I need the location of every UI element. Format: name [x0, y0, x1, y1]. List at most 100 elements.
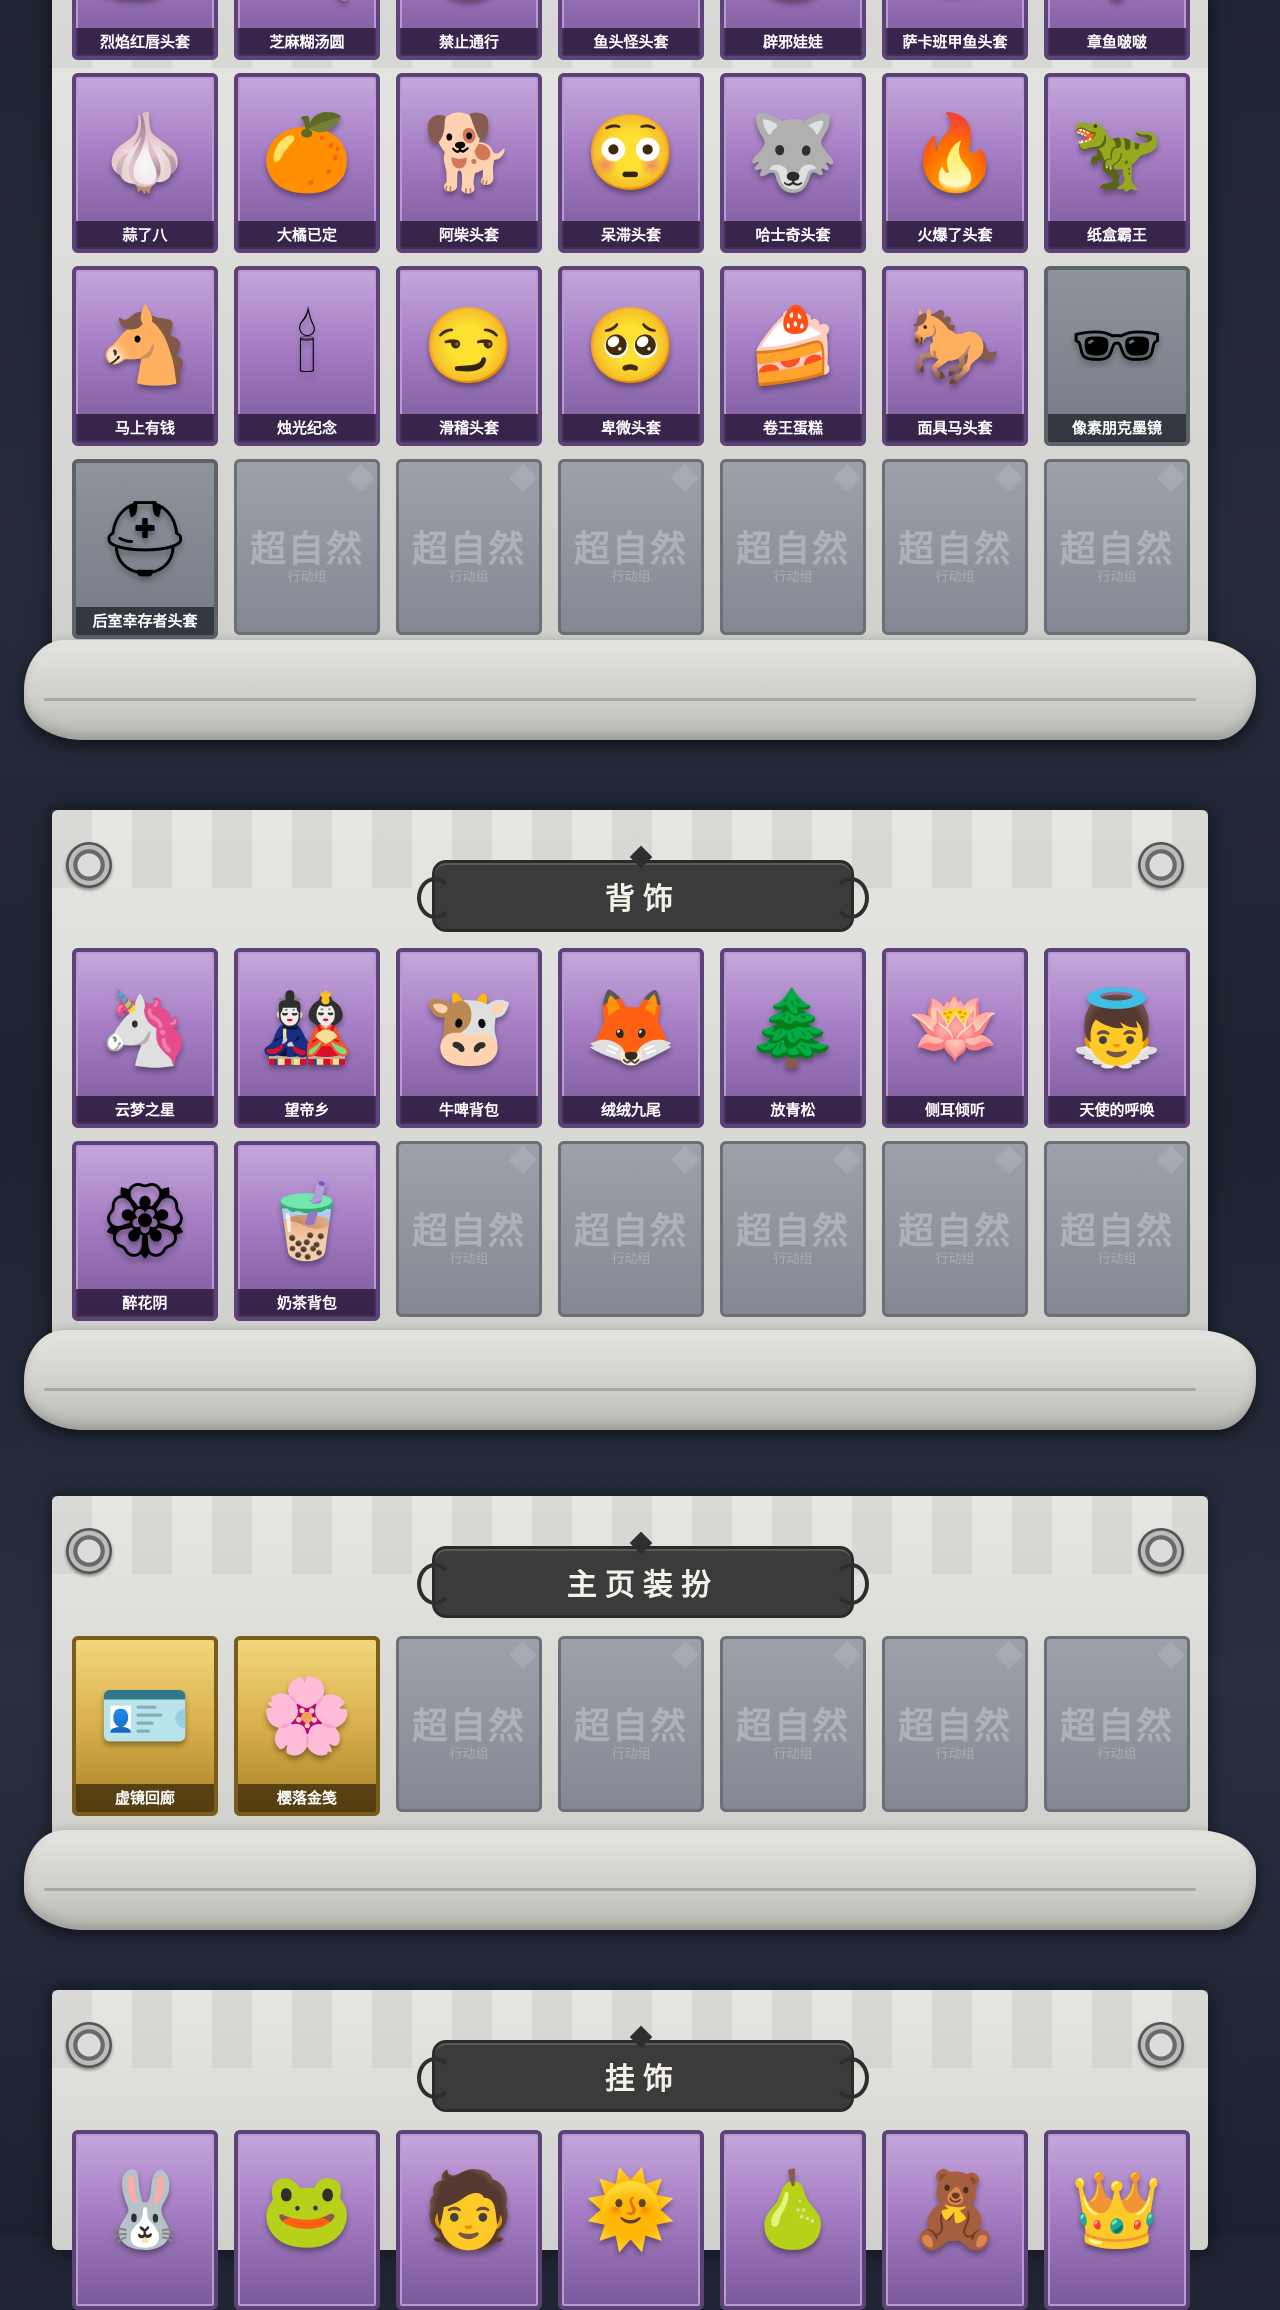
item-label: 天使的呼唤	[1048, 1096, 1186, 1124]
item-card[interactable]: 🧸	[882, 2130, 1028, 2310]
watermark-logo: 超自然	[1059, 528, 1174, 570]
watermark-sub: 行动组	[1097, 570, 1137, 585]
empty-slot[interactable]: 超自然 行动组	[396, 459, 542, 635]
item-label: 卑微头套	[562, 414, 700, 442]
lotus-wreath-icon: 🪷	[908, 985, 1002, 1069]
item-card[interactable]: 👼 天使的呼唤	[1044, 948, 1190, 1128]
fox-icon: 🦊	[584, 985, 678, 1069]
empty-slot[interactable]: 超自然 行动组	[558, 459, 704, 635]
item-card[interactable]: 🧄 蒜了八	[72, 73, 218, 253]
item-label: 烛光纪念	[238, 414, 376, 442]
headgear-scroll-bottom	[24, 640, 1256, 740]
item-card[interactable]: 🪪 虚镜回廊	[72, 1636, 218, 1816]
back-title: 背饰	[605, 882, 681, 917]
item-label: 呆滞头套	[562, 221, 700, 249]
empty-slot[interactable]: 超自然 行动组	[1044, 1636, 1190, 1812]
watermark-logo: 超自然	[735, 528, 850, 570]
item-label: 虚镜回廊	[76, 1784, 214, 1812]
watermark-logo: 超自然	[573, 528, 688, 570]
pendant-title: 挂饰	[605, 2062, 681, 2097]
item-card[interactable]: 🌸 樱落金笺	[234, 1636, 380, 1816]
item-card[interactable]: 🥺 卑微头套	[558, 266, 704, 446]
item-label: 烈焰红唇头套	[76, 28, 214, 56]
item-card[interactable]: 🧑	[396, 2130, 542, 2310]
pink-card-icon: 🌸	[260, 1673, 354, 1757]
item-label: 禁止通行	[400, 28, 538, 56]
item-label: 牛啤背包	[400, 1096, 538, 1124]
item-card[interactable]: ⛑ 后室幸存者头套	[72, 459, 218, 639]
empty-slot[interactable]: 超自然 行动组	[396, 1636, 542, 1812]
empty-slot[interactable]: 超自然 行动组	[558, 1141, 704, 1317]
item-label: 侧耳倾听	[886, 1096, 1024, 1124]
empty-slot[interactable]: 超自然 行动组	[882, 1636, 1028, 1812]
horse-icon: 🐴	[98, 303, 192, 387]
watermark-sub: 行动组	[287, 570, 327, 585]
item-card[interactable]: 🪷 侧耳倾听	[882, 948, 1028, 1128]
empty-slot[interactable]: 超自然 行动组	[882, 1141, 1028, 1317]
item-card[interactable]: 🍰 卷王蛋糕	[720, 266, 866, 446]
item-card[interactable]: 🕯 烛光纪念	[234, 266, 380, 446]
pixel-glasses-icon: 🕶	[1070, 303, 1164, 387]
shiba-icon: 🐕	[422, 110, 516, 194]
item-card[interactable]: 🐟鱼头怪头套	[558, 0, 704, 60]
item-card[interactable]: 🌲 放青松	[720, 948, 866, 1128]
item-label: 像素朋克墨镜	[1048, 414, 1186, 442]
empty-slot[interactable]: 超自然 行动组	[396, 1141, 542, 1317]
item-card[interactable]: 🦊 绒绒九尾	[558, 948, 704, 1128]
item-card[interactable]: 🍊 大橘已定	[234, 73, 380, 253]
watermark-sub: 行动组	[611, 570, 651, 585]
item-label: 芝麻糊汤圆	[238, 28, 376, 56]
empty-slot[interactable]: 超自然 行动组	[720, 459, 866, 635]
item-card[interactable]: 🐰	[72, 2130, 218, 2310]
item-card[interactable]: 🐕 阿柴头套	[396, 73, 542, 253]
item-label: 纸盒霸王	[1048, 221, 1186, 249]
homepage-scroll-bottom	[24, 1830, 1256, 1930]
item-card[interactable]: 🔥 火爆了头套	[882, 73, 1028, 253]
item-card[interactable]: 🌞	[558, 2130, 704, 2310]
item-card[interactable]: 🪆辟邪娃娃	[720, 0, 866, 60]
item-card[interactable]: 🐴 马上有钱	[72, 266, 218, 446]
empty-slot[interactable]: 超自然 行动组	[882, 459, 1028, 635]
item-label: 章鱼啵啵	[1048, 28, 1186, 56]
item-card[interactable]: 🎎 望帝乡	[234, 948, 380, 1128]
item-card[interactable]: 🐙章鱼啵啵	[1044, 0, 1190, 60]
watermark-sub: 行动组	[935, 1747, 975, 1762]
item-label: 放青松	[724, 1096, 862, 1124]
angel-icon: 👼	[1070, 985, 1164, 1069]
dazed-face-icon: 😳	[584, 110, 678, 194]
item-card[interactable]: 🦄 云梦之星	[72, 948, 218, 1128]
empty-slot[interactable]: 超自然 行动组	[720, 1636, 866, 1812]
item-card[interactable]: ⛔禁止通行	[396, 0, 542, 60]
item-card[interactable]: 🐠萨卡班甲鱼头套	[882, 0, 1028, 60]
item-card[interactable]: 😳 呆滞头套	[558, 73, 704, 253]
item-card[interactable]: 🦖 纸盒霸王	[1044, 73, 1190, 253]
watermark-logo: 超自然	[573, 1705, 688, 1747]
watermark-logo: 超自然	[411, 1705, 526, 1747]
item-card[interactable]: 🐺 哈士奇头套	[720, 73, 866, 253]
empty-slot[interactable]: 超自然 行动组	[234, 459, 380, 635]
item-card[interactable]: 🏵 醉花阴	[72, 1141, 218, 1321]
back-scroll-bottom	[24, 1330, 1256, 1430]
item-card[interactable]: 🍐	[720, 2130, 866, 2310]
empty-slot[interactable]: 超自然 行动组	[1044, 459, 1190, 635]
watermark-sub: 行动组	[611, 1747, 651, 1762]
empty-slot[interactable]: 超自然 行动组	[720, 1141, 866, 1317]
item-card[interactable]: 👑	[1044, 2130, 1190, 2310]
item-card[interactable]: 😏 滑稽头套	[396, 266, 542, 446]
dark-hair-pendant-icon: 🧑	[422, 2167, 516, 2251]
item-label: 面具马头套	[886, 414, 1024, 442]
item-card[interactable]: 🕶 像素朋克墨镜	[1044, 266, 1190, 446]
item-card[interactable]: 💋烈焰红唇头套	[72, 0, 218, 60]
empty-slot[interactable]: 超自然 行动组	[558, 1636, 704, 1812]
empty-slot[interactable]: 超自然 行动组	[1044, 1141, 1190, 1317]
corner-emblem-right	[1138, 1528, 1184, 1574]
item-card[interactable]: 🍡芝麻糊汤圆	[234, 0, 380, 60]
item-card[interactable]: 🐎 面具马头套	[882, 266, 1028, 446]
corner-emblem-right	[1138, 842, 1184, 888]
watermark-logo: 超自然	[897, 1705, 1012, 1747]
item-card[interactable]: 🧋 奶茶背包	[234, 1141, 380, 1321]
item-card[interactable]: 🐮 牛啤背包	[396, 948, 542, 1128]
watermark-sub: 行动组	[449, 570, 489, 585]
item-card[interactable]: 🐸	[234, 2130, 380, 2310]
husky-icon: 🐺	[746, 110, 840, 194]
